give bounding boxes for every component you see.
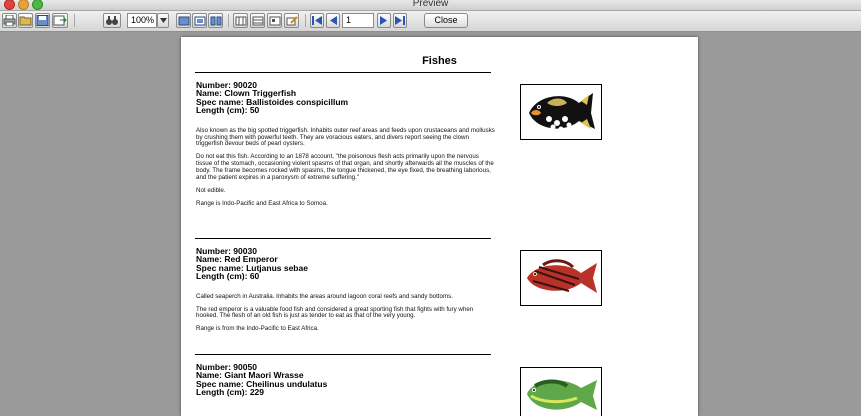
print-button[interactable] — [2, 13, 17, 28]
page-width-view-button[interactable] — [192, 13, 207, 28]
grid-icon — [252, 16, 263, 25]
single-page-icon — [178, 16, 189, 25]
record-paragraph: Called seaperch in Australia. Inhabits t… — [196, 292, 453, 300]
record-length: Length (cm): 229 — [196, 387, 265, 398]
window-titlebar: Preview — [0, 0, 861, 11]
pencil-icon — [286, 15, 298, 25]
window-title: Preview — [412, 0, 449, 9]
report-page: Fishes Number: 90020 Name: Clown Trigger… — [181, 37, 698, 416]
first-page-icon — [312, 16, 322, 25]
table-icon — [269, 16, 280, 25]
clown-triggerfish-image — [529, 93, 595, 132]
divider — [195, 72, 491, 73]
record-clown-triggerfish: Number: 90020 Name: Clown Triggerfish Sp… — [196, 81, 496, 208]
fish-image-frame — [520, 250, 602, 306]
one-page-view-button[interactable] — [176, 13, 191, 28]
zoom-field[interactable]: 100% — [127, 13, 157, 28]
report-viewport[interactable]: Fishes Number: 90020 Name: Clown Trigger… — [0, 32, 861, 416]
red-emperor-image — [527, 259, 597, 293]
fish-image-frame — [520, 367, 602, 416]
report-title: Fishes — [422, 55, 457, 67]
open-button[interactable] — [18, 13, 33, 28]
record-paragraph: Do not eat this fish. According to an 18… — [196, 153, 494, 182]
edit-button[interactable] — [284, 13, 299, 28]
toolbar-separator — [228, 14, 229, 27]
columns-icon — [235, 16, 246, 25]
record-paragraph: Range is Indo-Pacific and East Africa to… — [196, 199, 328, 207]
divider — [195, 354, 491, 355]
layout-button-1[interactable] — [233, 13, 248, 28]
printer-icon — [3, 15, 16, 26]
toolbar-separator — [305, 14, 306, 27]
binoculars-icon — [106, 16, 118, 25]
two-pages-icon — [210, 16, 221, 25]
export-button[interactable] — [52, 13, 68, 28]
next-page-button[interactable] — [377, 13, 391, 28]
next-page-icon — [380, 16, 387, 25]
two-page-view-button[interactable] — [208, 13, 223, 28]
record-paragraph: Also known as the big spotted triggerfis… — [196, 126, 495, 148]
find-button[interactable] — [103, 13, 121, 28]
fish-image-frame — [520, 84, 602, 140]
zoom-dropdown[interactable] — [157, 13, 169, 28]
record-length: Length (cm): 60 — [196, 271, 260, 282]
record-paragraph: Not edible. — [196, 186, 226, 194]
record-paragraph: The red emperor is a valuable food fish … — [196, 305, 474, 320]
close-button[interactable]: Close — [424, 13, 468, 28]
last-page-button[interactable] — [393, 13, 407, 28]
toolbar: 100% 1 Close — [0, 11, 861, 32]
disk-icon — [36, 15, 49, 26]
record-giant-maori-wrasse: Number: 90050 Name: Giant Maori Wrasse S… — [196, 363, 496, 397]
previous-page-icon — [330, 16, 337, 25]
layout-button-2[interactable] — [250, 13, 265, 28]
record-paragraph: Range is from the Indo-Pacific to East A… — [196, 325, 319, 333]
toolbar-separator — [74, 14, 75, 27]
folder-icon — [19, 16, 32, 26]
first-page-button[interactable] — [310, 13, 324, 28]
previous-page-button[interactable] — [326, 13, 340, 28]
page-width-icon — [194, 16, 205, 25]
page-number-field[interactable]: 1 — [342, 13, 374, 28]
export-icon — [53, 15, 67, 26]
divider — [195, 238, 491, 239]
layout-button-3[interactable] — [267, 13, 282, 28]
record-red-emperor: Number: 90030 Name: Red Emperor Spec nam… — [196, 247, 496, 333]
record-length: Length (cm): 50 — [196, 105, 260, 116]
save-button[interactable] — [35, 13, 50, 28]
giant-maori-wrasse-image — [527, 379, 597, 410]
chevron-down-icon — [159, 18, 167, 23]
last-page-icon — [395, 16, 405, 25]
